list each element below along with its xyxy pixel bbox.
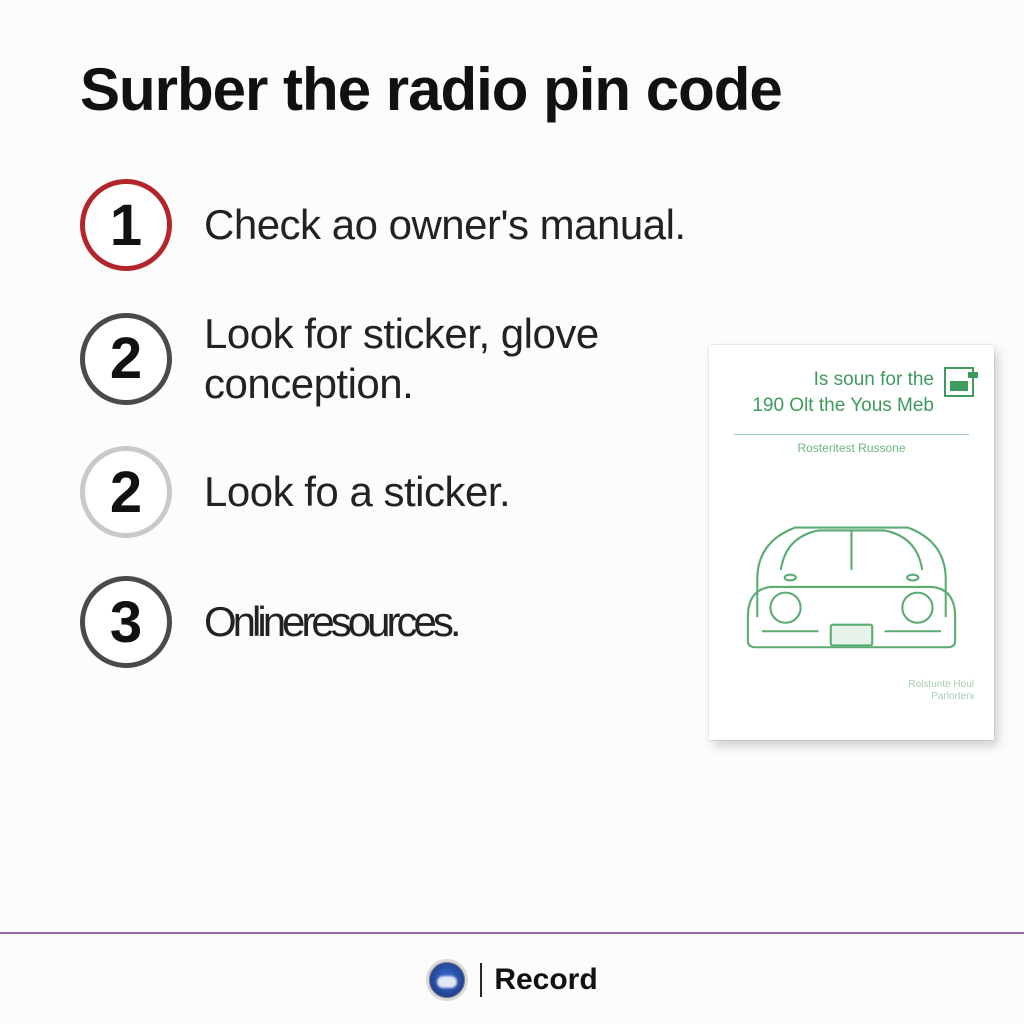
brand-logo-icon: [426, 959, 468, 1001]
brand-name: Record: [494, 963, 597, 997]
step-item: 2 Look fo a sticker.: [80, 446, 720, 538]
card-divider: [734, 434, 969, 435]
card-subtitle: Rosteritest Russone: [729, 441, 974, 455]
steps-list: 1 Check ao owner's manual. 2 Look for st…: [80, 179, 720, 668]
step-number-badge: 2: [80, 446, 172, 538]
card-footer: Rolstunte Houl Parlorteni: [729, 679, 974, 703]
card-line1: Is soun for the: [729, 367, 934, 393]
manual-card: Is soun for the 190 Olt the Yous Meb Ros…: [709, 345, 994, 740]
step-text: Onlineresources.: [204, 597, 457, 647]
step-item: 1 Check ao owner's manual.: [80, 179, 720, 271]
page-title: Surber the radio pin code: [80, 55, 954, 124]
step-number-badge: 3: [80, 576, 172, 668]
footer-separator: [480, 963, 482, 997]
footer-divider: [0, 932, 1024, 934]
step-text: Look fo a sticker.: [204, 467, 510, 517]
card-line2: 190 Olt the Yous Meb: [729, 393, 934, 419]
step-number-badge: 2: [80, 313, 172, 405]
footer: Record: [0, 950, 1024, 1010]
step-text: Check ao owner's manual.: [204, 200, 686, 250]
step-item: 3 Onlineresources.: [80, 576, 720, 668]
step-item: 2 Look for sticker, glove conception.: [80, 309, 720, 408]
document-icon: [944, 367, 974, 397]
step-text: Look for sticker, glove conception.: [204, 309, 720, 408]
step-number-badge: 1: [80, 179, 172, 271]
car-illustration: [729, 465, 974, 675]
